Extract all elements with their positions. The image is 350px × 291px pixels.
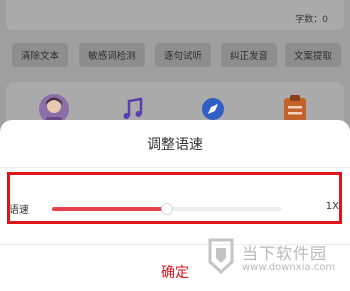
watermark-text: 当下软件园 [242, 244, 328, 263]
dialog-title: 调整语速 [147, 137, 203, 153]
clear-text-button[interactable]: 清除文本 [12, 43, 68, 67]
title-divider [0, 167, 350, 168]
watermark: 当下软件园 www.downxia.com [206, 232, 346, 284]
tool-row: 清除文本 敏感词检测 逐句试听 纠正发音 文案提取 [0, 43, 350, 69]
highlight-box [7, 172, 342, 224]
pronunciation-button[interactable]: 纠正发音 [221, 43, 277, 67]
sensitive-word-button[interactable]: 敏感词检测 [79, 43, 145, 67]
char-count: 字数：0 [295, 15, 328, 25]
text-editor-card: 字数：0 [6, 0, 344, 30]
speed-label: 语速 [9, 205, 29, 216]
speed-value: 1X [325, 201, 339, 212]
copy-extract-button[interactable]: 文案提取 [285, 43, 341, 67]
speed-slider-thumb[interactable] [161, 203, 173, 215]
watermark-logo-icon [208, 238, 234, 275]
speed-slider-fill [52, 207, 167, 211]
watermark-url: www.downxia.com [242, 262, 336, 273]
sentence-preview-button[interactable]: 逐句试听 [155, 43, 211, 67]
